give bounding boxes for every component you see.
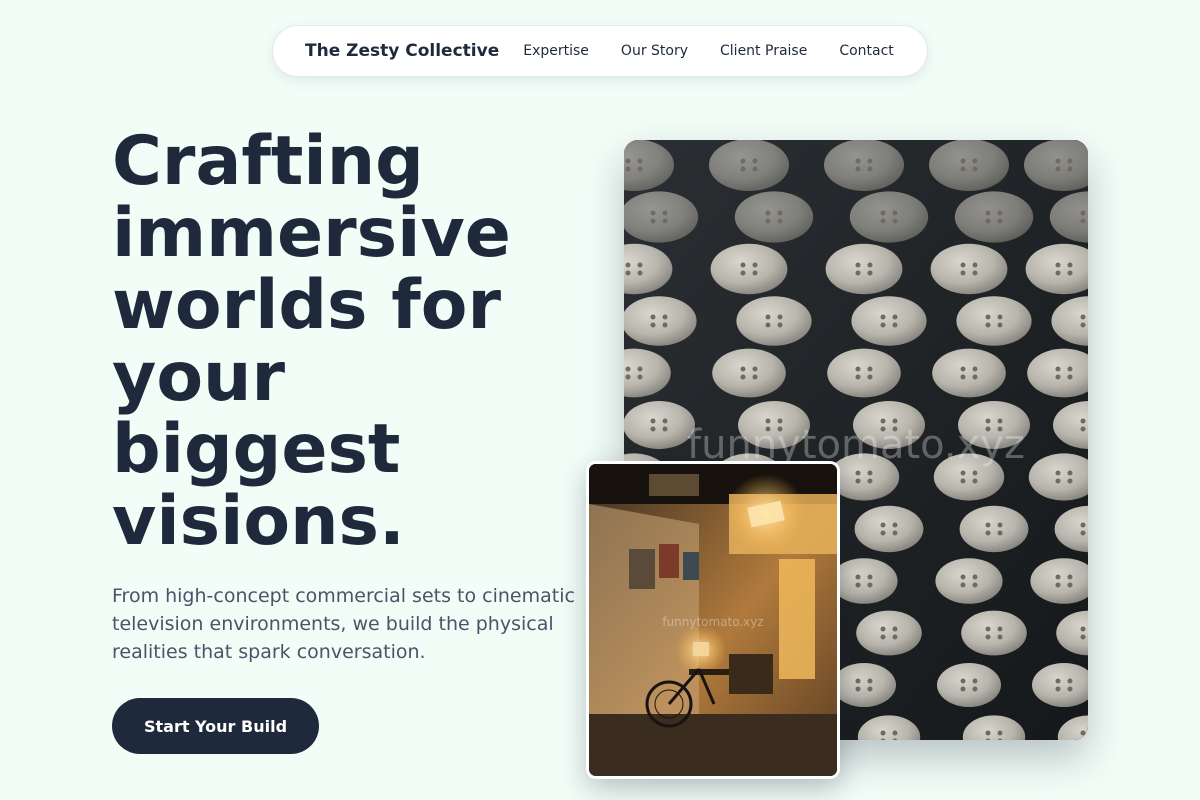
shirt-button-shape (961, 610, 1027, 656)
inset-set-photo: funnytomato.xyz (586, 461, 840, 779)
brand-logo-link[interactable]: The Zesty Collective (305, 41, 499, 61)
nav-link-contact[interactable]: Contact (839, 43, 893, 59)
shirt-button-shape (825, 243, 903, 295)
film-set-image: funnytomato.xyz (589, 464, 837, 776)
nav-link-client-praise[interactable]: Client Praise (720, 43, 807, 59)
nav-link-our-story[interactable]: Our Story (621, 43, 688, 59)
inset-photo-watermark: funnytomato.xyz (662, 615, 763, 629)
start-your-build-button[interactable]: Start Your Build (112, 698, 319, 754)
shirt-button-shape (734, 191, 814, 243)
shirt-button-shape (827, 348, 901, 398)
hero-description: From high-concept commercial sets to cin… (112, 585, 575, 663)
nav-link-expertise[interactable]: Expertise (523, 43, 589, 59)
shirt-button-shape (935, 558, 1003, 604)
shirt-button-shape (849, 191, 929, 243)
shirt-button-shape (954, 191, 1034, 243)
top-navbar: The Zesty Collective Expertise Our Story… (272, 25, 928, 77)
shirt-button-shape (624, 401, 695, 449)
shirt-button-shape (937, 663, 1001, 707)
nav-links: Expertise Our Story Client Praise Contac… (523, 43, 894, 59)
shirt-button-shape (709, 140, 789, 191)
shirt-button-shape (832, 663, 896, 707)
hero-title: Crafting immersive worlds for your bigge… (112, 122, 511, 561)
shirt-button-shape (932, 348, 1006, 398)
shirt-button-shape (851, 296, 927, 346)
shirt-button-shape (712, 348, 786, 398)
shirt-button-shape (736, 296, 812, 346)
shirt-button-shape (824, 140, 904, 191)
shirt-button-shape (710, 243, 788, 295)
shirt-button-shape (830, 558, 898, 604)
shirt-button-shape (854, 505, 924, 553)
shirt-button-shape (856, 610, 922, 656)
shirt-button-shape (930, 243, 1008, 295)
shirt-button-shape (959, 505, 1029, 553)
shirt-button-shape (956, 296, 1032, 346)
shirt-button-shape (624, 296, 697, 346)
shirt-button-shape (929, 140, 1009, 191)
